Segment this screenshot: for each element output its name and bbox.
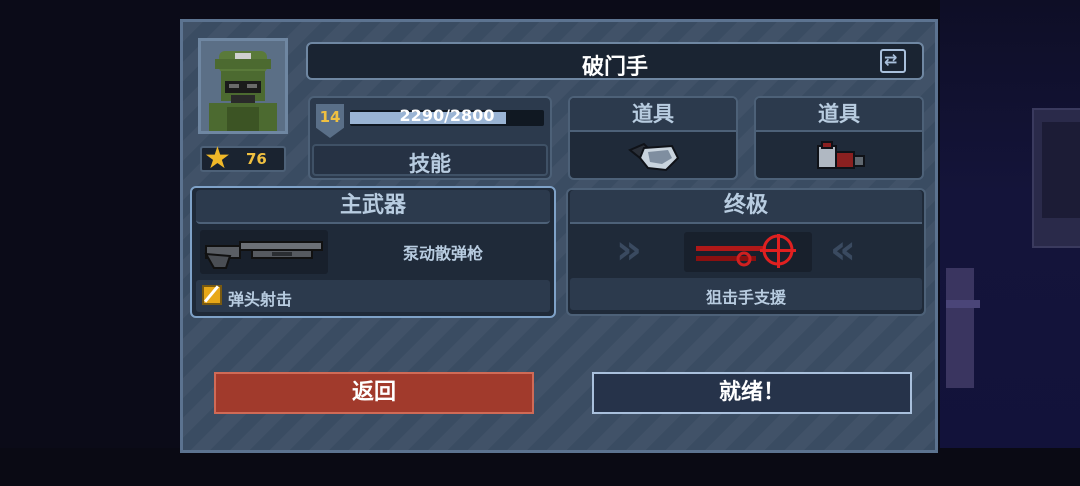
grenade-icon (628, 142, 680, 172)
item-slot-2-header: 道具 (756, 98, 922, 132)
item-slot-1[interactable]: 道具 (568, 96, 738, 180)
ultimate-header: 终极 (570, 190, 922, 224)
primary-weapon-icon-box (200, 230, 328, 274)
background-wall-panel-inner (1042, 122, 1080, 218)
primary-weapon-header: 主武器 (196, 190, 550, 224)
item-slot-1-label: 道具 (632, 102, 674, 126)
primary-weapon-name: 泵动散弹枪 (402, 244, 483, 263)
character-level: 14 (319, 108, 341, 126)
background-floor (0, 448, 1080, 486)
character-portrait[interactable] (198, 38, 288, 134)
primary-weapon-perk-row: 弹头射击 (196, 280, 550, 312)
shotgun-icon (204, 241, 323, 269)
character-name: 破门手 (581, 55, 648, 80)
swap-character-button[interactable]: ⇄ (880, 49, 906, 73)
item-slot-2-label: 道具 (818, 102, 860, 126)
primary-weapon-header-label: 主武器 (339, 193, 406, 218)
swap-arrows-icon: ⇄ (884, 50, 898, 69)
primary-weapon-panel[interactable]: 主武器 泵动散弹枪 弹头射击 (190, 186, 556, 318)
ultimate-name-row: 狙击手支援 (570, 278, 922, 310)
background-shelf-top (946, 300, 980, 308)
chevron-left-icon: « (830, 227, 856, 273)
skill-label: 技能 (409, 152, 451, 176)
ultimate-panel[interactable]: 终极 » « 狙击手支援 (566, 188, 926, 316)
ready-button-label: 就绪！ (718, 380, 785, 405)
ready-button[interactable]: 就绪！ (592, 372, 912, 414)
back-button-label: 返回 (351, 380, 396, 405)
xp-text: 2290/2800 (399, 106, 495, 125)
background-shelf (946, 268, 974, 388)
character-name-bar: 破门手 ⇄ (306, 42, 924, 80)
ultimate-icon-box (684, 232, 812, 272)
skill-button[interactable]: 技能 (312, 144, 548, 176)
breaching-charge-icon (817, 141, 865, 169)
star-icon: ★ (204, 141, 231, 176)
soldier-avatar-icon (209, 51, 277, 131)
star-count-box: ★ 76 (200, 142, 286, 176)
primary-weapon-perk: 弹头射击 (228, 290, 293, 309)
sniper-crosshair-icon (696, 234, 796, 268)
item-slot-1-header: 道具 (570, 98, 736, 132)
item-slot-2[interactable]: 道具 (754, 96, 924, 180)
star-count: 76 (246, 150, 267, 168)
ultimate-name: 狙击手支援 (705, 288, 786, 307)
ultimate-header-label: 终极 (723, 193, 768, 218)
back-button[interactable]: 返回 (214, 372, 534, 414)
chevron-right-icon: » (616, 227, 642, 273)
